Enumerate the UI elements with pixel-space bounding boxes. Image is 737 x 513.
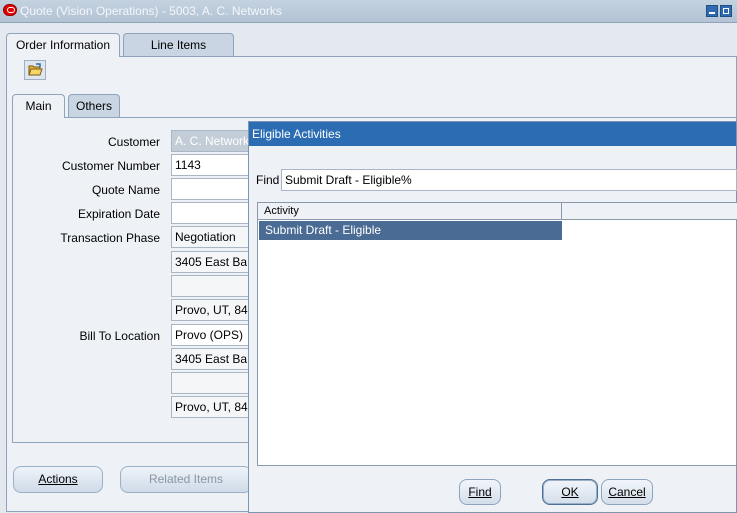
minimize-button[interactable] — [706, 5, 718, 17]
window-title-bar[interactable]: Quote (Vision Operations) - 5003, A. C. … — [0, 0, 737, 23]
activity-list[interactable]: Activity Submit Draft - Eligible — [257, 202, 737, 466]
bill-address-line1[interactable]: 3405 East Ba — [171, 348, 251, 370]
minimize-icon — [709, 12, 715, 14]
customer-number-label: Customer Number — [61, 159, 160, 173]
dialog-title-bar[interactable]: Eligible Activities — [249, 122, 736, 146]
quote-name-field[interactable] — [171, 178, 251, 200]
customer-label: Customer — [107, 135, 160, 149]
tab-main[interactable]: Main — [12, 94, 65, 118]
cancel-button[interactable]: Cancel — [601, 479, 653, 505]
transaction-phase-label: Transaction Phase — [60, 231, 160, 245]
tab-label: Line Items — [150, 38, 207, 52]
find-label: Find — [256, 173, 280, 187]
expiration-date-field[interactable] — [171, 202, 251, 224]
ok-button-label: OK — [561, 485, 579, 499]
bill-address-city[interactable]: Provo, UT, 84 — [171, 396, 251, 418]
bill-to-location-field[interactable]: Provo (OPS) — [171, 324, 251, 346]
expiration-date-label: Expiration Date — [77, 207, 160, 221]
list-item[interactable]: Submit Draft - Eligible — [259, 221, 562, 240]
open-folder-button[interactable] — [24, 60, 46, 80]
open-folder-icon — [28, 63, 43, 76]
ship-address-line2[interactable] — [171, 275, 251, 297]
maximize-icon — [723, 8, 729, 14]
bill-to-location-label: Bill To Location — [79, 329, 161, 343]
ok-button[interactable]: OK — [542, 479, 598, 505]
maximize-button[interactable] — [720, 5, 732, 17]
tab-label: Order Information — [15, 38, 111, 52]
find-button[interactable]: Find — [459, 479, 501, 505]
ship-address-line1[interactable]: 3405 East Ba — [171, 251, 251, 273]
tab-line-items[interactable]: Line Items — [123, 33, 234, 57]
activity-column-header[interactable]: Activity — [258, 203, 562, 220]
cancel-button-label: Cancel — [608, 485, 646, 499]
actions-button-label: Actions — [38, 472, 78, 486]
customer-field[interactable]: A. C. Networks — [171, 130, 251, 152]
ship-address-city[interactable]: Provo, UT, 84 — [171, 299, 251, 321]
find-input[interactable] — [281, 169, 737, 191]
tab-others[interactable]: Others — [68, 94, 120, 118]
eligible-activities-dialog: Eligible Activities Find Activity Submit… — [248, 121, 737, 513]
related-items-button[interactable]: Related Items — [120, 466, 252, 493]
related-items-button-label: Related Items — [148, 472, 224, 486]
quote-name-label: Quote Name — [91, 183, 160, 197]
tab-label: Others — [75, 99, 112, 113]
tab-label: Main — [25, 99, 52, 113]
tab-order-information[interactable]: Order Information — [6, 33, 120, 57]
actions-button[interactable]: Actions — [13, 466, 103, 493]
list-header-filler — [562, 203, 737, 220]
bill-address-line2[interactable] — [171, 372, 251, 394]
oracle-logo-icon — [3, 4, 17, 16]
transaction-phase-field[interactable]: Negotiation — [171, 226, 251, 248]
window-title: Quote (Vision Operations) - 5003, A. C. … — [20, 4, 282, 18]
customer-number-field[interactable]: 1143 — [171, 154, 251, 176]
find-button-label: Find — [468, 485, 492, 499]
